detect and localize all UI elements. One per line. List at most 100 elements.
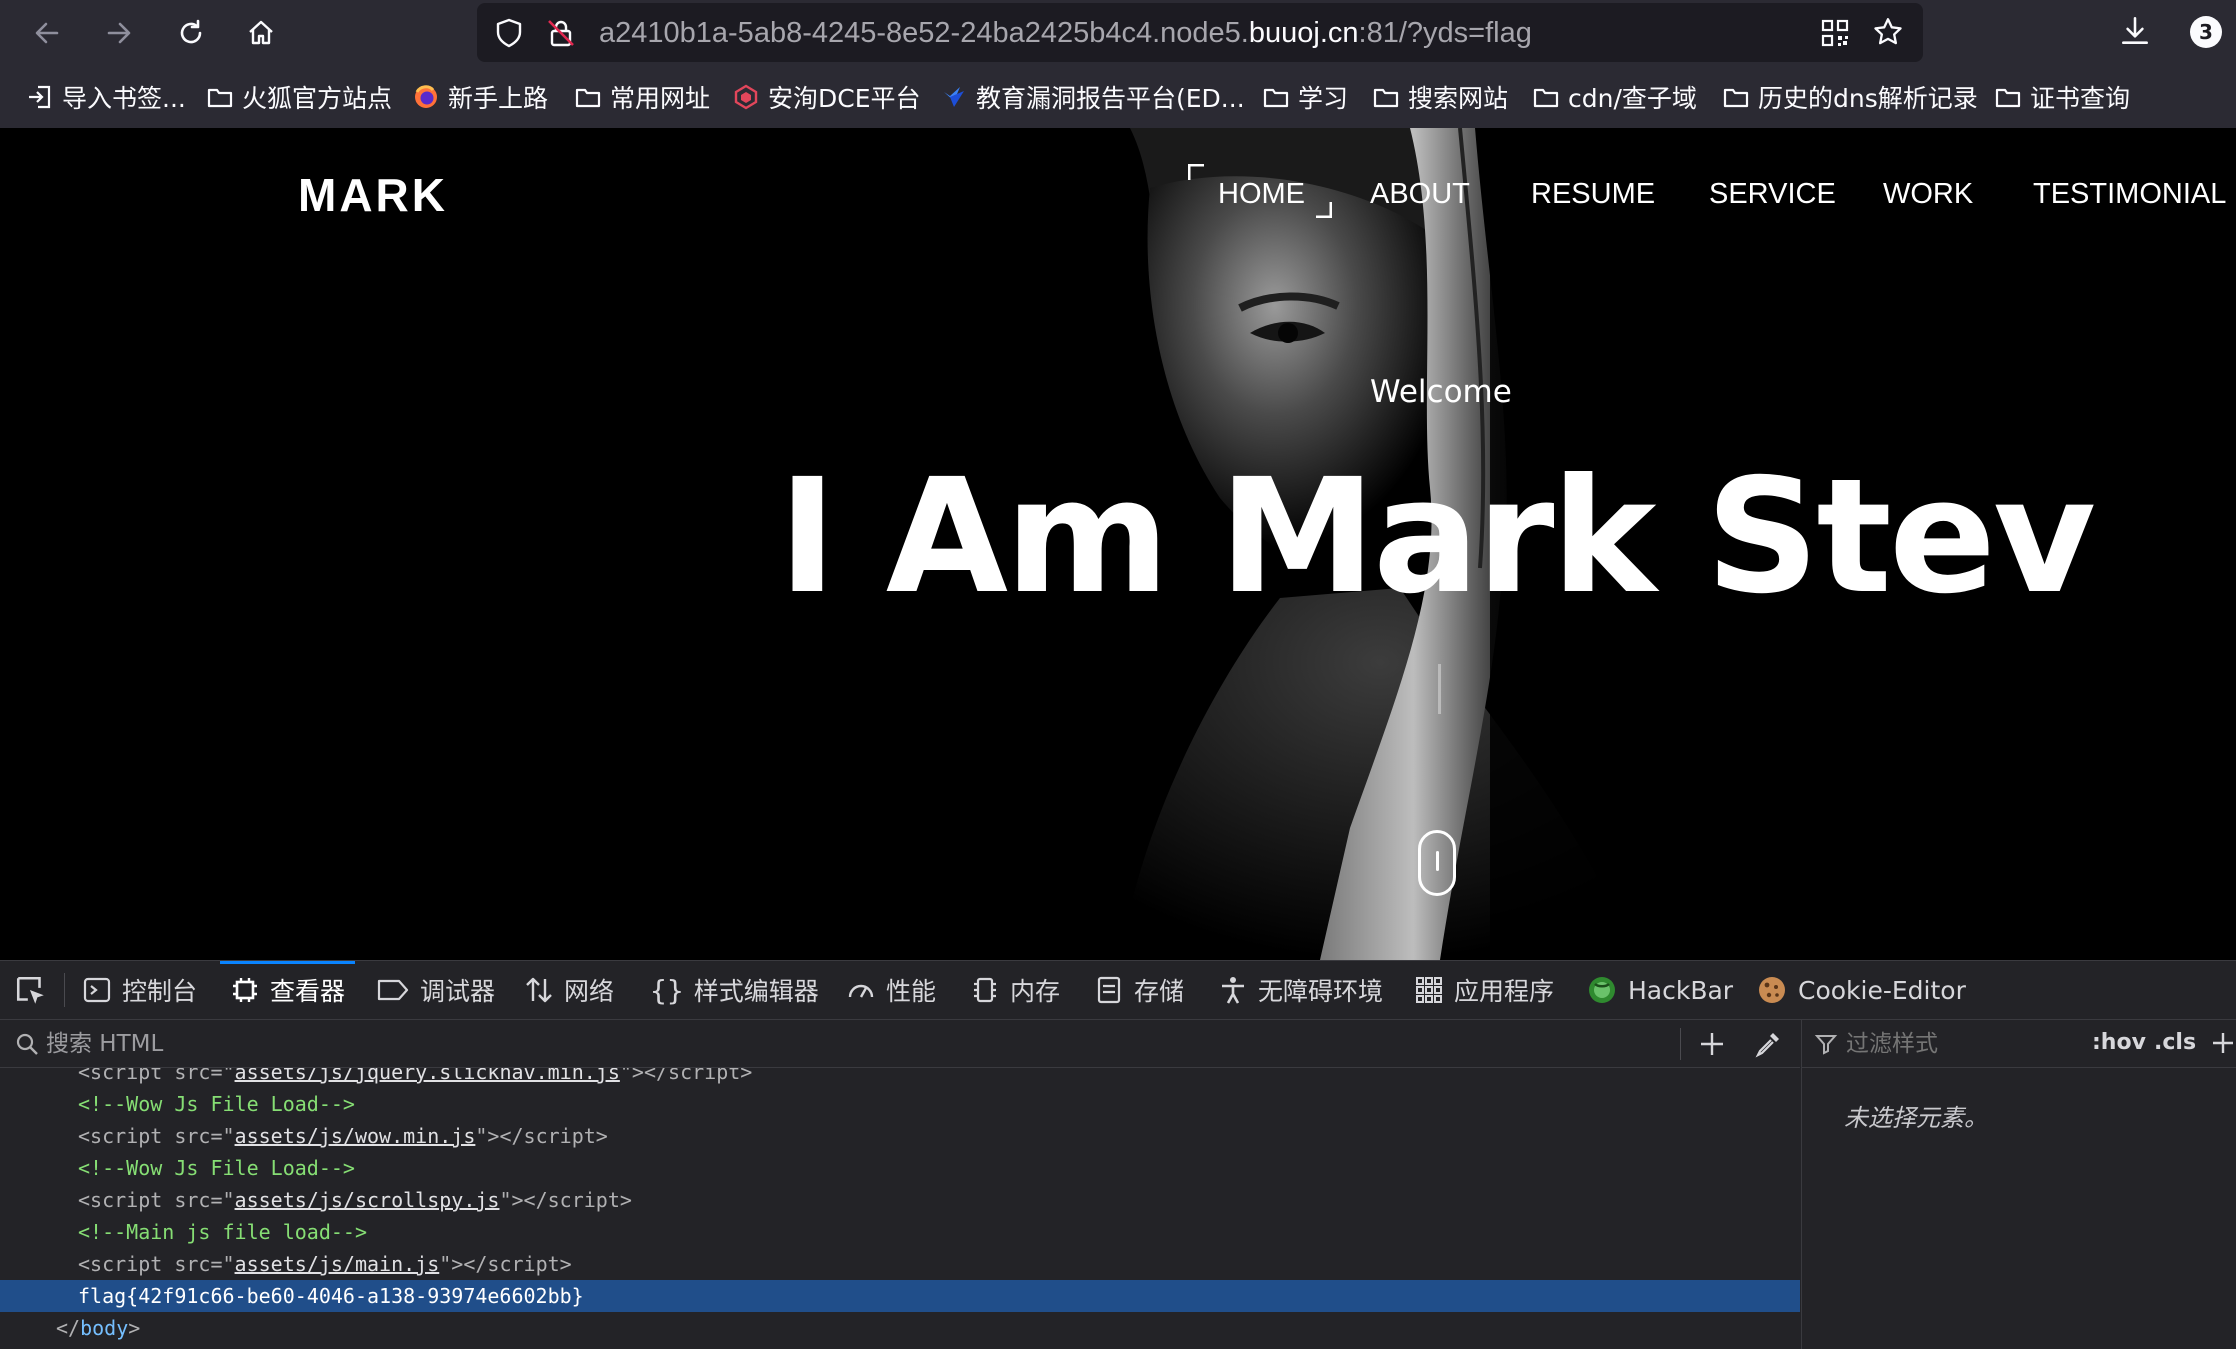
tab-storage[interactable]: 存储 (1094, 961, 1184, 1019)
tab-network[interactable]: 网络 (524, 961, 614, 1019)
filter-styles-input[interactable] (1844, 1026, 2048, 1062)
tab-label: 查看器 (270, 977, 346, 1006)
shield-icon[interactable] (493, 17, 525, 49)
download-icon[interactable] (2118, 14, 2152, 48)
tab-label: 样式编辑器 (693, 977, 819, 1006)
firefox-icon (412, 83, 440, 111)
tab-performance[interactable]: 性能 (846, 961, 936, 1019)
tab-inspector[interactable]: 查看器 (219, 961, 356, 1019)
forward-button[interactable] (96, 10, 142, 56)
folder-icon (574, 83, 602, 111)
folder-icon (1262, 83, 1290, 111)
bookmark-dns-history[interactable]: 历史的dns解析记录 (1722, 78, 1978, 116)
home-button[interactable] (238, 10, 284, 56)
tab-hackbar[interactable]: HackBar (1586, 961, 1733, 1019)
nav-about[interactable]: ABOUT (1370, 178, 1470, 211)
bookmark-label: cdn/查子域 (1568, 84, 1697, 113)
browser-toolbar: a2410b1a-5ab8-4245-8e52-24ba2425b4c4.nod… (0, 0, 2236, 66)
page-viewport: MARK HOME ABOUT RESUME SERVICE WORK TEST… (0, 128, 2236, 960)
script-src-link: assets/js/main.js (234, 1252, 440, 1276)
url-text[interactable]: a2410b1a-5ab8-4245-8e52-24ba2425b4c4.nod… (599, 17, 1532, 50)
tag-close: "></script> (439, 1252, 572, 1276)
markup-line[interactable]: <script src="assets/js/jquery.slicknav.m… (0, 1068, 1800, 1088)
bookmark-study[interactable]: 学习 (1262, 78, 1348, 116)
markup-line[interactable]: <script src="assets/js/main.js"></script… (0, 1248, 1800, 1280)
tab-accessibility[interactable]: 无障碍环境 (1218, 961, 1383, 1019)
tab-memory[interactable]: 内存 (970, 961, 1060, 1019)
element-picker-icon[interactable] (14, 974, 48, 1008)
typing-cursor (1438, 664, 1441, 714)
nav-home[interactable]: HOME (1218, 178, 1305, 211)
nav-testimonial[interactable]: TESTIMONIAL (2033, 178, 2226, 211)
markup-line[interactable]: <script src="assets/js/wow.min.js"></scr… (0, 1120, 1800, 1152)
rules-filter-bar: :hov .cls (1801, 1020, 2236, 1068)
bookmark-getting-started[interactable]: 新手上路 (412, 78, 548, 116)
markup-tree: <script src="assets/js/jquery.slicknav.m… (0, 1068, 1800, 1349)
back-button[interactable] (24, 10, 70, 56)
bookmark-import[interactable]: 导入书签... (26, 78, 186, 116)
extensions-badge[interactable]: 3 (2190, 16, 2222, 48)
bookmark-label: 证书查询 (2030, 84, 2131, 113)
tag-bracket: > (128, 1316, 141, 1340)
arrow-right-icon (107, 22, 131, 44)
url-prefix: a2410b1a-5ab8-4245-8e52-24ba2425b4c4.nod… (599, 17, 1249, 49)
bookmark-firefox-site[interactable]: 火狐官方站点 (206, 78, 392, 116)
style-editor-icon: {} (650, 973, 684, 1007)
nav-service[interactable]: SERVICE (1709, 178, 1836, 211)
edu-icon (940, 83, 968, 111)
site-logo[interactable]: MARK (298, 168, 448, 222)
reload-button[interactable] (168, 10, 214, 56)
hov-toggle[interactable]: :hov (2092, 1030, 2146, 1055)
bookmark-label: 搜索网站 (1408, 84, 1509, 113)
html-comment: <!--Main js file load--> (78, 1220, 367, 1244)
add-node-icon[interactable] (1697, 1029, 1727, 1059)
console-icon (82, 975, 112, 1005)
hero-headline: I Am Mark Stev (778, 445, 2096, 629)
script-src-link: assets/js/jquery.slicknav.min.js (234, 1068, 620, 1084)
star-icon[interactable] (1871, 15, 1905, 49)
home-icon (249, 20, 273, 45)
tab-application[interactable]: 应用程序 (1414, 961, 1554, 1019)
tab-cookie-editor[interactable]: Cookie-Editor (1756, 961, 1966, 1019)
tag-bracket: </ (56, 1316, 81, 1340)
welcome-text: Welcome (1370, 374, 1512, 410)
markup-line[interactable]: <!--Wow Js File Load--> (0, 1152, 1800, 1184)
no-element-selected-text: 未选择元素。 (1844, 1104, 1988, 1132)
bookmark-search-sites[interactable]: 搜索网站 (1372, 78, 1508, 116)
nav-active-corner-br (1316, 202, 1332, 218)
html-search-input[interactable] (44, 1026, 1668, 1062)
nav-work[interactable]: WORK (1883, 178, 1973, 211)
bookmark-edu-src[interactable]: 教育漏洞报告平台(ED... (940, 78, 1245, 116)
bookmark-cdn-subdomain[interactable]: cdn/查子域 (1532, 78, 1697, 116)
insecure-lock-icon[interactable] (545, 17, 577, 49)
debugger-icon (376, 975, 410, 1005)
eyedropper-icon[interactable] (1753, 1029, 1783, 1059)
add-rule-icon[interactable] (2209, 1029, 2236, 1057)
qr-code-icon[interactable] (1819, 17, 1851, 49)
tab-style-editor[interactable]: {} 样式编辑器 (650, 961, 819, 1019)
tab-label: 网络 (564, 977, 615, 1006)
address-bar[interactable]: a2410b1a-5ab8-4245-8e52-24ba2425b4c4.nod… (477, 3, 1923, 62)
bookmark-cert-lookup[interactable]: 证书查询 (1994, 78, 2130, 116)
markup-line[interactable]: flag{42f91c66-be60-4046-a138-93974e6602b… (0, 1280, 1800, 1312)
scroll-down-mouse-icon[interactable] (1418, 830, 1456, 896)
bookmark-common-sites[interactable]: 常用网址 (574, 78, 710, 116)
tab-label: 存储 (1134, 977, 1185, 1006)
script-src-link: assets/js/scrollspy.js (234, 1188, 500, 1212)
tag-open: <script src=" (78, 1252, 235, 1276)
bookmarks-toolbar: 导入书签... 火狐官方站点 新手上路 常用网址 安洵DCE平台 教育漏洞报告平… (0, 66, 2236, 128)
url-domain: buuoj.cn (1248, 17, 1359, 49)
tab-debugger[interactable]: 调试器 (376, 961, 495, 1019)
nav-resume[interactable]: RESUME (1531, 178, 1655, 211)
folder-icon (1372, 83, 1400, 111)
bookmark-dce-platform[interactable]: 安洵DCE平台 (732, 78, 921, 116)
tag-open: <script src=" (78, 1068, 235, 1084)
markup-line[interactable]: </body> (0, 1312, 1800, 1344)
tab-label: Cookie-Editor (1798, 975, 1966, 1005)
tab-label: HackBar (1628, 975, 1734, 1005)
tab-console[interactable]: 控制台 (82, 961, 197, 1019)
cls-toggle[interactable]: .cls (2154, 1030, 2196, 1055)
markup-line[interactable]: <!--Wow Js File Load--> (0, 1088, 1800, 1120)
markup-line[interactable]: <script src="assets/js/scrollspy.js"></s… (0, 1184, 1800, 1216)
markup-line[interactable]: <!--Main js file load--> (0, 1216, 1800, 1248)
